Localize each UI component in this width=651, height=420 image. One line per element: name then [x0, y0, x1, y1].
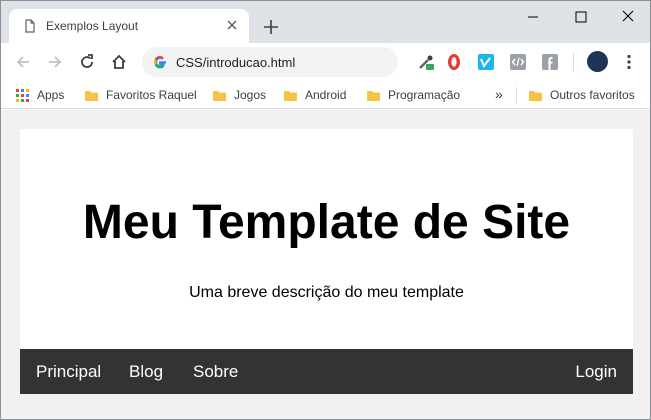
vimeo-extension-icon[interactable] — [477, 53, 495, 71]
new-tab-icon[interactable] — [262, 18, 280, 36]
site-description: Uma breve descrição do meu template — [189, 284, 464, 301]
apps-grid-icon — [16, 88, 29, 102]
bookmark-jogos[interactable]: Jogos — [213, 87, 266, 103]
nav-link-login[interactable]: Login — [575, 362, 617, 382]
toolbar: CSS/introducao.html — [1, 43, 650, 81]
site-title: Meu Template de Site — [82, 196, 571, 249]
back-arrow-icon[interactable] — [13, 52, 33, 72]
home-icon[interactable] — [109, 52, 129, 72]
nav-link-blog[interactable]: Blog — [129, 362, 163, 382]
close-tab-icon[interactable] — [224, 17, 240, 33]
code-extension-icon[interactable] — [509, 53, 527, 71]
bookmark-apps[interactable]: Apps — [16, 87, 64, 103]
bookmark-label: Outros favoritos — [550, 88, 635, 102]
tab-title: Exemplos Layout — [46, 19, 139, 33]
tab-exemplos-layout[interactable]: Exemplos Layout — [9, 9, 249, 43]
bookmark-programacao[interactable]: Programação — [367, 87, 460, 103]
toolbar-divider — [573, 53, 574, 71]
bookmark-outros-favoritos[interactable]: Outros favoritos — [529, 87, 635, 103]
bookmarks-overflow-button[interactable]: » — [495, 86, 503, 102]
page-viewport: Meu Template de Site Uma breve descrição… — [1, 110, 650, 419]
page-icon — [25, 19, 35, 33]
eyedropper-extension-icon[interactable] — [417, 53, 435, 71]
site-header: Meu Template de Site Uma breve descrição… — [20, 129, 633, 349]
bookmark-label: Apps — [37, 88, 65, 102]
folder-icon — [367, 90, 380, 101]
forward-arrow-icon[interactable] — [45, 52, 65, 72]
bookmarks-divider — [516, 87, 517, 103]
browser-window: Exemplos Layout CSS/introducao.html Apps… — [0, 0, 651, 420]
maximize-icon[interactable] — [567, 7, 595, 27]
profile-avatar[interactable] — [587, 51, 608, 72]
bookmark-label: Programação — [388, 88, 461, 102]
bookmark-label: Jogos — [234, 88, 267, 102]
bookmark-label: Favoritos Raquel — [106, 88, 197, 102]
address-bar[interactable]: CSS/introducao.html — [142, 47, 398, 77]
close-window-icon[interactable] — [614, 7, 642, 27]
bookmark-label: Android — [305, 88, 347, 102]
minimize-icon[interactable] — [519, 7, 547, 27]
nav-link-sobre[interactable]: Sobre — [193, 362, 238, 382]
adblock-extension-icon[interactable] — [445, 53, 463, 71]
folder-icon — [284, 90, 297, 101]
kebab-menu-icon[interactable] — [623, 53, 635, 71]
folder-icon — [529, 90, 542, 101]
bookmark-android[interactable]: Android — [284, 87, 346, 103]
site-navbar: Principal Blog Sobre Login — [20, 349, 633, 394]
facebook-extension-icon[interactable] — [541, 53, 559, 71]
reload-icon[interactable] — [77, 52, 97, 72]
folder-icon — [213, 90, 226, 101]
bookmarks-bar: Apps Favoritos Raquel Jogos Android Prog… — [1, 81, 650, 109]
title-bar: Exemplos Layout — [1, 1, 650, 43]
folder-icon — [85, 90, 98, 101]
url-text: CSS/introducao.html — [176, 55, 296, 70]
bookmark-favoritos-raquel[interactable]: Favoritos Raquel — [85, 87, 197, 103]
nav-link-principal[interactable]: Principal — [36, 362, 101, 382]
google-icon — [153, 56, 166, 69]
